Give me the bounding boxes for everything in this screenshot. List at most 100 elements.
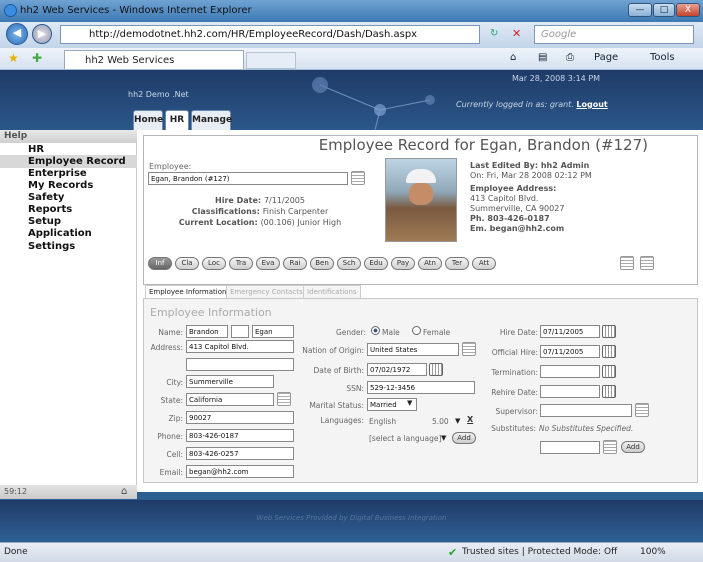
browser-tab[interactable]: hh2 Web Services	[64, 50, 244, 69]
logout-link[interactable]: Logout	[576, 100, 607, 109]
nation-label: Nation of Origin:	[302, 346, 364, 355]
first-name-input[interactable]: Brandon	[186, 325, 228, 338]
phone-input[interactable]: 803-426-0187	[186, 429, 294, 442]
tab-emergency-contacts[interactable]: Emergency Contacts	[226, 285, 307, 298]
sidebar-help[interactable]: Help	[0, 130, 137, 143]
check-icon: ✔	[448, 546, 458, 559]
maximize-button[interactable]: □	[653, 3, 675, 17]
gender-male-radio[interactable]	[371, 326, 380, 335]
pill-sch[interactable]: Sch	[337, 257, 361, 270]
stop-icon[interactable]: ✕	[512, 27, 521, 40]
pill-ter[interactable]: Ter	[445, 257, 469, 270]
add-substitute-button[interactable]: Add	[621, 441, 645, 453]
ssn-label: SSN:	[346, 384, 364, 393]
title-bar: hh2 Web Services - Windows Internet Expl…	[0, 0, 703, 22]
supervisor-input[interactable]	[540, 404, 632, 417]
home-icon[interactable]: ⌂	[510, 52, 516, 63]
print-icon[interactable]	[620, 256, 634, 270]
email-input[interactable]: began@hh2.com	[186, 465, 294, 478]
phone-text: Ph. 803-426-0187	[470, 214, 550, 223]
pill-att[interactable]: Att	[472, 257, 496, 270]
add-favorites-icon[interactable]: ✚	[32, 51, 42, 65]
language-level[interactable]: 5.00	[432, 417, 449, 426]
print-icon[interactable]: ⎙	[566, 52, 574, 63]
pill-inf[interactable]: Inf	[148, 257, 172, 270]
supervisor-label: Supervisor:	[495, 407, 538, 416]
pill-cla[interactable]: Cla	[175, 257, 199, 270]
zoom-level[interactable]: 100%	[640, 547, 666, 557]
employee-field[interactable]: Egan, Brandon (#127)	[148, 172, 348, 185]
page-menu[interactable]: Page	[594, 52, 618, 63]
nation-lookup-icon[interactable]	[462, 342, 476, 356]
zip-input[interactable]: 90027	[186, 411, 294, 424]
termination-input[interactable]	[540, 365, 600, 378]
substitute-lookup-icon[interactable]	[603, 440, 617, 454]
tools-menu[interactable]: Tools	[650, 52, 675, 63]
middle-name-input[interactable]	[231, 325, 249, 338]
close-button[interactable]: X	[676, 3, 700, 17]
url-input[interactable]: http://demodotnet.hh2.com/HR/EmployeeRec…	[60, 25, 480, 44]
refresh-icon[interactable]: ↻	[490, 28, 498, 39]
nav-tab-home[interactable]: Home	[133, 110, 163, 130]
name-label: Name:	[158, 328, 183, 337]
back-button[interactable]: ◀	[6, 23, 28, 45]
termination-calendar-icon[interactable]	[602, 365, 616, 378]
state-input[interactable]: California	[186, 393, 274, 406]
substitute-input[interactable]	[540, 441, 600, 454]
gender-female-radio[interactable]	[412, 326, 421, 335]
security-zone[interactable]: Trusted sites | Protected Mode: Off	[462, 547, 617, 557]
add-language-button[interactable]: Add	[452, 432, 476, 444]
employee-label: Employee:	[149, 162, 192, 171]
address-input[interactable]: 413 Capitol Blvd.	[186, 340, 294, 353]
logged-in-prefix: Currently logged in as: grant.	[456, 100, 574, 109]
remove-language-button[interactable]: X	[467, 415, 473, 424]
home-icon[interactable]: ⌂	[121, 486, 127, 497]
new-tab-button[interactable]	[246, 52, 296, 69]
state-lookup-icon[interactable]	[277, 392, 291, 406]
rehire-input[interactable]	[540, 385, 600, 398]
nav-tab-manage[interactable]: Manage	[191, 110, 232, 130]
dob-calendar-icon[interactable]	[429, 363, 443, 376]
language-select[interactable]: [select a language]	[369, 434, 441, 443]
forward-button[interactable]: ▶	[32, 24, 52, 44]
feeds-icon[interactable]: ▤	[538, 52, 547, 63]
pill-ben[interactable]: Ben	[310, 257, 334, 270]
language-value: English	[369, 417, 397, 426]
address2-input[interactable]	[186, 358, 294, 371]
official-hire-calendar-icon[interactable]	[602, 345, 616, 358]
location-value: (00.106) Junior High	[260, 218, 342, 227]
pill-pay[interactable]: Pay	[391, 257, 415, 270]
pill-atn[interactable]: Atn	[418, 257, 442, 270]
official-hire-input[interactable]: 07/11/2005	[540, 345, 600, 358]
state-label: State:	[160, 396, 183, 405]
export-icon[interactable]	[640, 256, 654, 270]
ssn-input[interactable]: 529-12-3456	[367, 381, 475, 394]
rehire-calendar-icon[interactable]	[602, 385, 616, 398]
tab-identifications[interactable]: Identifications	[303, 285, 361, 298]
hire-calendar-icon[interactable]	[602, 325, 616, 338]
last-name-input[interactable]: Egan	[252, 325, 294, 338]
record-title: Employee Record for Egan, Brandon (#127)	[318, 136, 648, 154]
zip-label: Zip:	[168, 414, 183, 423]
pill-edu[interactable]: Edu	[364, 257, 388, 270]
classifications-value: Finish Carpenter	[262, 207, 329, 216]
nav-tab-hr[interactable]: HR	[165, 110, 189, 130]
sidebar-item-application-settings[interactable]: Application Settings	[0, 227, 137, 252]
lookup-icon[interactable]	[351, 171, 365, 185]
pill-tra[interactable]: Tra	[229, 257, 253, 270]
gender-label: Gender:	[335, 328, 366, 337]
minimize-button[interactable]: —	[628, 3, 652, 17]
nation-input[interactable]: United States	[367, 343, 459, 356]
favorites-star-icon[interactable]: ★	[8, 51, 19, 65]
pill-loc[interactable]: Loc	[202, 257, 226, 270]
dob-input[interactable]: 07/02/1972	[367, 363, 427, 376]
pill-rai[interactable]: Rai	[283, 257, 307, 270]
tab-employee-information[interactable]: Employee Information	[145, 285, 231, 298]
search-input[interactable]: Google	[534, 25, 694, 44]
official-hire-label: Official Hire:	[491, 348, 538, 357]
city-input[interactable]: Summerville	[186, 375, 274, 388]
supervisor-lookup-icon[interactable]	[635, 403, 649, 417]
pill-eva[interactable]: Eva	[256, 257, 280, 270]
hire-input[interactable]: 07/11/2005	[540, 325, 600, 338]
cell-input[interactable]: 803-426-0257	[186, 447, 294, 460]
